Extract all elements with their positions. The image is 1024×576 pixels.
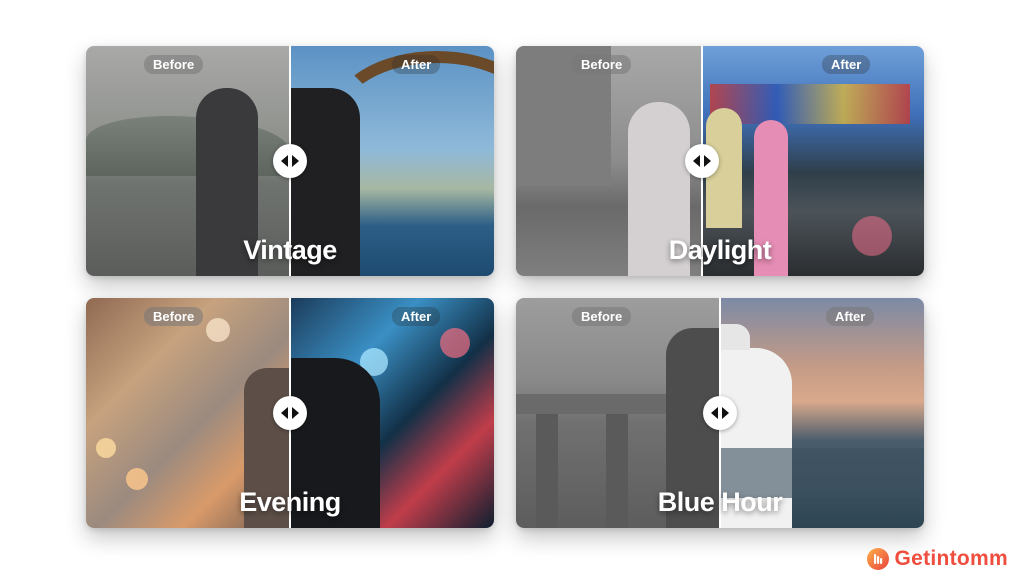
left-right-arrows-icon (281, 407, 299, 419)
comparison-card-daylight[interactable]: Before After Daylight (516, 46, 924, 276)
before-label: Before (144, 55, 204, 74)
left-right-arrows-icon (693, 155, 711, 167)
comparison-card-vintage[interactable]: Before After Vintage (86, 46, 494, 276)
left-right-arrows-icon (711, 407, 729, 419)
after-label: After (822, 55, 871, 74)
left-right-arrows-icon (281, 155, 299, 167)
filter-title: Daylight (668, 235, 772, 265)
after-label: After (826, 307, 875, 326)
comparison-card-blue-hour[interactable]: Before After Blue Hour (516, 298, 924, 528)
filter-title: Evening (239, 487, 341, 517)
comparison-slider-handle[interactable] (273, 396, 307, 430)
filter-title: Vintage (243, 235, 337, 265)
brand-watermark: Getintomm (866, 547, 1008, 571)
before-label: Before (144, 307, 204, 326)
after-label: After (392, 307, 441, 326)
brand-name: Getintomm (894, 547, 1008, 570)
comparison-card-evening[interactable]: Before After Evening (86, 298, 494, 528)
before-label: Before (572, 55, 632, 74)
after-label: After (392, 55, 441, 74)
comparison-slider-handle[interactable] (685, 144, 719, 178)
filter-title: Blue Hour (657, 487, 783, 517)
getintomm-logo-icon (867, 548, 890, 570)
comparison-slider-handle[interactable] (703, 396, 737, 430)
comparison-slider-handle[interactable] (273, 144, 307, 178)
before-label: Before (572, 307, 632, 326)
